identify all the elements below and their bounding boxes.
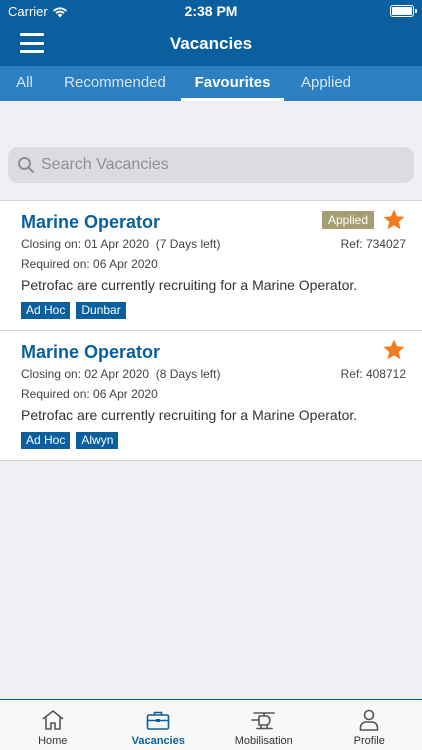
search-icon: [18, 157, 34, 173]
required-date: Required on: 06 Apr 2020: [21, 257, 158, 271]
bottom-tab-mobilisation[interactable]: Mobilisation: [211, 700, 317, 750]
required-date: Required on: 06 Apr 2020: [21, 387, 158, 401]
favourite-star-icon[interactable]: [382, 338, 406, 362]
bottom-tab-vacancies[interactable]: Vacancies: [106, 700, 212, 750]
tab-favourites[interactable]: Favourites: [181, 66, 284, 101]
vacancy-tags: Ad Hoc Alwyn: [21, 432, 119, 449]
bottom-tab-home[interactable]: Home: [0, 700, 106, 750]
vacancy-tags: Ad Hoc Dunbar: [21, 302, 126, 319]
tag-contract-type: Ad Hoc: [21, 302, 71, 319]
vacancy-description: Petrofac are currently recruiting for a …: [21, 277, 358, 293]
tab-applied[interactable]: Applied: [284, 66, 368, 101]
search-bar: [8, 147, 414, 183]
vacancy-ref: Ref: 734027: [340, 237, 406, 251]
page-title: Vacancies: [169, 34, 253, 53]
status-time: 2:38 PM: [184, 3, 238, 19]
briefcase-icon: [146, 711, 170, 730]
tag-contract-type: Ad Hoc: [21, 432, 71, 449]
vacancy-description: Petrofac are currently recruiting for a …: [21, 407, 358, 423]
helicopter-icon: [250, 712, 275, 730]
tag-location: Alwyn: [76, 432, 119, 449]
status-bar: Carrier 2:38 PM: [0, 0, 422, 22]
bottom-tab-bar: Home Vacancies Mobilisation Profile: [0, 699, 422, 750]
battery-icon: [390, 5, 417, 17]
vacancy-title[interactable]: Marine Operator: [21, 342, 160, 363]
vacancy-card[interactable]: Marine Operator Applied Closing on: 01 A…: [0, 201, 422, 331]
vacancy-title[interactable]: Marine Operator: [21, 212, 160, 233]
tab-all[interactable]: All: [0, 66, 49, 101]
closing-date: Closing on: 02 Apr 2020 (8 Days left): [21, 367, 221, 381]
bottom-tab-profile[interactable]: Profile: [317, 700, 422, 750]
home-icon: [42, 710, 64, 730]
person-icon: [359, 709, 379, 731]
vacancy-tabs: All Recommended Favourites Applied: [0, 66, 422, 101]
tab-recommended[interactable]: Recommended: [49, 66, 181, 101]
closing-date: Closing on: 01 Apr 2020 (7 Days left): [21, 237, 221, 251]
vacancy-card[interactable]: Marine Operator Closing on: 02 Apr 2020 …: [0, 331, 422, 461]
vacancy-list: Marine Operator Applied Closing on: 01 A…: [0, 200, 422, 461]
favourite-star-icon[interactable]: [382, 208, 406, 232]
vacancy-ref: Ref: 408712: [340, 367, 406, 381]
bottom-tab-label: Home: [38, 735, 68, 747]
tag-location: Dunbar: [76, 302, 126, 319]
bottom-tab-label: Mobilisation: [234, 735, 293, 747]
search-input[interactable]: [41, 156, 401, 174]
bottom-tab-label: Profile: [353, 735, 385, 747]
nav-bar: Vacancies: [0, 22, 422, 66]
applied-badge: Applied: [321, 211, 374, 229]
bottom-tab-label: Vacancies: [131, 735, 185, 747]
